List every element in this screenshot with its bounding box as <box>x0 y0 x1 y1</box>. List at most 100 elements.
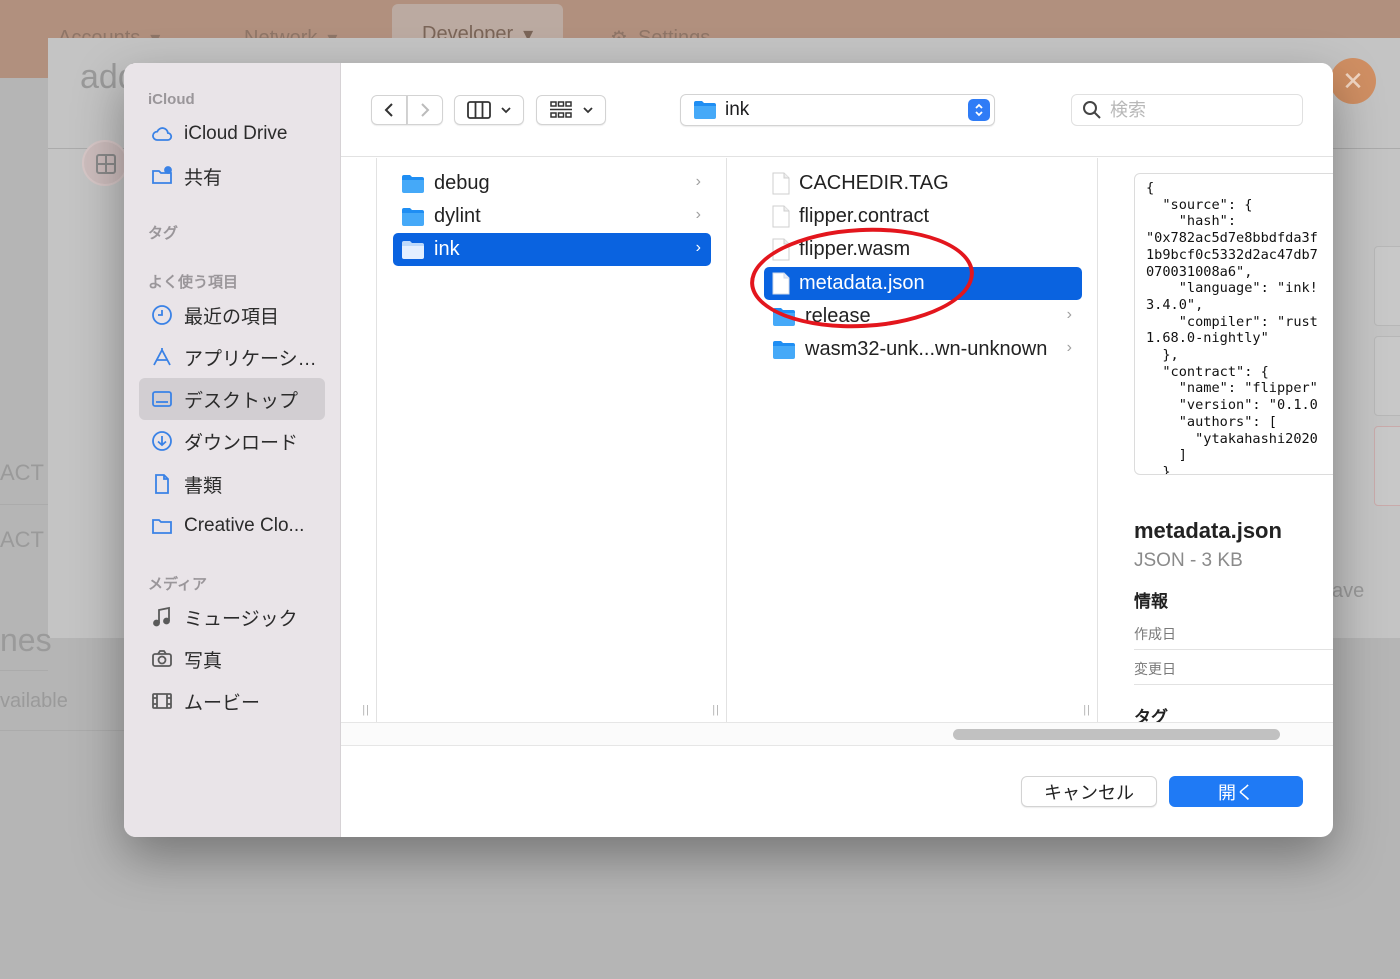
sidebar-item-music[interactable]: ミュージック <box>139 596 325 638</box>
folder-row-dylint[interactable]: dylint › <box>393 200 711 233</box>
chevron-right-icon: › <box>695 239 701 256</box>
sidebar-section-icloud: iCloud <box>148 91 195 108</box>
sidebar-item-label: デスクトップ <box>184 390 299 412</box>
chevron-right-icon: › <box>695 206 701 223</box>
file-icon <box>772 272 790 295</box>
file-row-metadata-json[interactable]: metadata.json <box>764 267 1082 300</box>
sidebar-item-label: 最近の項目 <box>184 306 280 328</box>
chevron-right-icon: › <box>1066 306 1072 323</box>
file-row-label: CACHEDIR.TAG <box>799 172 949 194</box>
document-icon <box>150 472 174 496</box>
preview-file-kind: JSON - 3 KB <box>1134 550 1243 571</box>
applications-icon <box>150 345 174 369</box>
background-save-button-label: ave <box>1332 580 1365 602</box>
search-field[interactable] <box>1071 94 1303 126</box>
chevron-down-icon <box>501 107 511 114</box>
file-row-cachedir-tag[interactable]: CACHEDIR.TAG <box>764 167 1082 200</box>
column-resize-handle[interactable]: || <box>1083 704 1091 716</box>
preview-file-name: metadata.json <box>1134 518 1282 543</box>
folder-row-label: dylint <box>434 205 481 227</box>
group-button[interactable] <box>536 95 606 125</box>
folder-row-wasm32-unknown[interactable]: wasm32-unk...wn-unknown › <box>764 333 1082 366</box>
chevron-right-icon: › <box>1066 339 1072 356</box>
background-divider <box>0 670 48 671</box>
back-button[interactable] <box>371 95 407 125</box>
search-icon <box>1083 101 1101 119</box>
horizontal-scrollbar[interactable] <box>341 722 1333 746</box>
file-row-label: metadata.json <box>799 272 925 294</box>
background-card <box>1374 336 1400 416</box>
background-divider <box>0 730 124 731</box>
file-preview-content: { "source": { "hash": "0x782ac5d7e8bbdfd… <box>1134 173 1333 475</box>
sidebar-item-photos[interactable]: 写真 <box>139 638 325 680</box>
folder-row-label: wasm32-unk...wn-unknown <box>805 338 1048 360</box>
sidebar-item-label: Creative Clo... <box>184 515 305 536</box>
column-resize-handle[interactable]: || <box>712 704 720 716</box>
sidebar-item-applications[interactable]: アプリケーシ… <box>139 336 325 378</box>
sidebar-item-downloads[interactable]: ダウンロード <box>139 420 325 462</box>
column-view-icon <box>467 101 491 119</box>
folder-icon <box>773 340 795 359</box>
scrollbar-thumb[interactable] <box>953 729 1280 740</box>
background-label: vailable <box>0 690 68 712</box>
sidebar-item-creative-cloud[interactable]: Creative Clo... <box>139 505 325 547</box>
toolbar: ink <box>341 63 1333 157</box>
cancel-button[interactable]: キャンセル <box>1021 776 1157 807</box>
file-row-flipper-wasm[interactable]: flipper.wasm <box>764 233 1082 266</box>
preview-divider <box>1134 684 1333 685</box>
background-avatar <box>82 140 128 186</box>
chevron-left-icon <box>384 103 393 117</box>
background-close-icon: ✕ <box>1330 58 1376 104</box>
sidebar-item-label: ダウンロード <box>184 432 299 454</box>
sidebar-item-label: アプリケーシ… <box>184 348 317 370</box>
cloud-icon <box>150 122 174 146</box>
background-divider <box>0 504 48 505</box>
sidebar-section-favorites: よく使う項目 <box>148 274 239 291</box>
folder-icon <box>402 207 424 226</box>
sidebar-item-label: 共有 <box>184 167 223 189</box>
folder-row-label: release <box>805 305 871 327</box>
background-card <box>1374 426 1400 506</box>
sidebar-item-documents[interactable]: 書類 <box>139 463 325 505</box>
background-heading: nes <box>0 622 52 658</box>
preview-info-heading: 情報 <box>1134 592 1168 611</box>
sidebar-item-shared[interactable]: 共有 <box>139 155 325 197</box>
sidebar-section-media: メディア <box>148 576 207 593</box>
sidebar-item-movies[interactable]: ムービー <box>139 680 325 722</box>
file-row-label: flipper.wasm <box>799 238 911 260</box>
path-popup-button[interactable]: ink <box>680 94 995 126</box>
file-icon <box>772 205 790 228</box>
folder-row-release[interactable]: release › <box>764 300 1082 333</box>
browser-column-2: CACHEDIR.TAG flipper.contract flipper.wa… <box>748 158 1098 722</box>
column-resize-handle[interactable]: || <box>362 704 370 716</box>
sidebar-item-recents[interactable]: 最近の項目 <box>139 294 325 336</box>
chevron-right-icon: › <box>695 173 701 190</box>
chevron-down-icon <box>583 107 593 114</box>
view-mode-button[interactable] <box>454 95 524 125</box>
open-button[interactable]: 開く <box>1169 776 1303 807</box>
grid-icon <box>96 154 116 174</box>
forward-button[interactable] <box>407 95 443 125</box>
folder-row-debug[interactable]: debug › <box>393 167 711 200</box>
sidebar-item-desktop[interactable]: デスクトップ <box>139 378 325 420</box>
sidebar-item-label: 書類 <box>184 475 223 497</box>
sidebar-item-icloud-drive[interactable]: iCloud Drive <box>139 113 325 155</box>
film-icon <box>150 689 174 713</box>
file-row-flipper-contract[interactable]: flipper.contract <box>764 200 1082 233</box>
file-icon <box>772 172 790 195</box>
clock-icon <box>150 303 174 327</box>
path-popup-label: ink <box>725 99 750 120</box>
background-card <box>1374 246 1400 326</box>
browser-column-1: debug › dylint › ink › || <box>377 158 727 722</box>
shared-folder-icon <box>150 164 174 188</box>
folder-icon <box>773 307 795 326</box>
music-note-icon <box>150 605 174 629</box>
background-label: ACT <box>0 460 44 485</box>
sidebar-item-label: 写真 <box>184 650 223 672</box>
search-input[interactable] <box>1110 99 1290 121</box>
preview-created-label: 作成日 <box>1134 626 1176 642</box>
folder-icon <box>150 514 174 538</box>
folder-row-ink[interactable]: ink › <box>393 233 711 266</box>
up-down-chevron-icon <box>968 99 990 121</box>
browser-column-0: || <box>341 158 377 722</box>
